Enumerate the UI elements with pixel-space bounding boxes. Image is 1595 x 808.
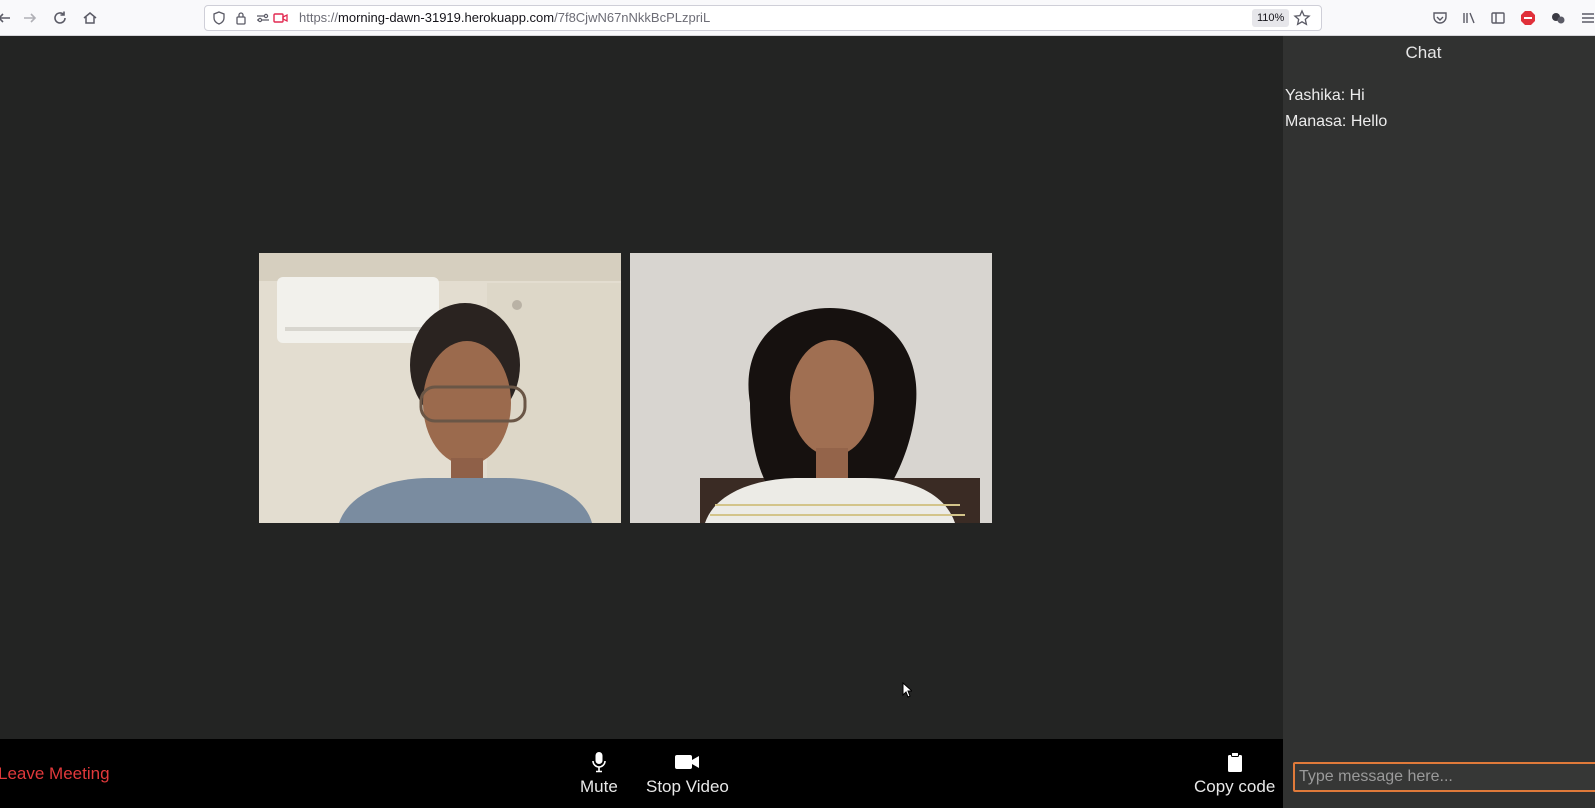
home-icon[interactable] <box>78 6 102 30</box>
lock-icon[interactable] <box>233 10 249 26</box>
chat-title: Chat <box>1405 43 1442 62</box>
address-bar[interactable]: https://morning-dawn-31919.herokuapp.com… <box>204 5 1322 31</box>
adblock-icon[interactable] <box>1518 8 1538 28</box>
clipboard-icon <box>1227 752 1242 772</box>
webcam-feed-2 <box>630 253 992 523</box>
meeting-controls-bar: Leave Meeting Mute Stop Video Copy code <box>0 739 1283 808</box>
reload-icon[interactable] <box>48 6 72 30</box>
shield-icon[interactable] <box>211 10 227 26</box>
copy-code-label: Copy code <box>1194 777 1276 796</box>
chat-panel: Chat Yashika: Hi Manasa: Hello <box>1283 36 1595 808</box>
video-stage <box>0 36 1283 739</box>
browser-toolbar: https://morning-dawn-31919.herokuapp.com… <box>0 0 1595 36</box>
bookmark-star-icon[interactable] <box>1293 9 1311 27</box>
back-arrow-icon[interactable] <box>0 6 16 30</box>
mute-button[interactable]: Mute <box>580 751 618 797</box>
url-text: https://morning-dawn-31919.herokuapp.com… <box>299 10 710 25</box>
stop-video-button[interactable]: Stop Video <box>646 751 729 797</box>
leave-meeting-button[interactable]: Leave Meeting <box>0 764 110 784</box>
stop-video-label: Stop Video <box>646 777 729 796</box>
mouse-cursor-icon <box>902 682 912 698</box>
chat-message-input[interactable] <box>1293 762 1595 792</box>
library-icon[interactable] <box>1459 8 1479 28</box>
video-participant-2 <box>630 253 992 523</box>
sidebar-icon[interactable] <box>1488 8 1508 28</box>
forward-arrow-icon[interactable] <box>18 6 42 30</box>
url-host: morning-dawn-31919.herokuapp.com <box>338 10 555 25</box>
extensions-icon[interactable] <box>1548 8 1568 28</box>
microphone-icon <box>592 752 606 773</box>
permissions-icon[interactable] <box>255 10 271 26</box>
video-participant-1 <box>259 253 621 523</box>
pocket-icon[interactable] <box>1430 8 1450 28</box>
zoom-level-badge[interactable]: 110% <box>1252 9 1290 27</box>
webcam-feed-1 <box>259 253 621 523</box>
camera-sharing-icon[interactable] <box>273 10 289 26</box>
mute-label: Mute <box>580 777 618 796</box>
video-camera-icon <box>675 755 700 769</box>
chat-message-list: Yashika: Hi Manasa: Hello <box>1285 83 1585 135</box>
url-scheme: https:// <box>299 10 339 25</box>
chat-message: Manasa: Hello <box>1285 113 1388 130</box>
menu-icon[interactable] <box>1578 8 1595 28</box>
chat-message: Yashika: Hi <box>1285 87 1365 104</box>
copy-code-button[interactable]: Copy code <box>1194 751 1275 797</box>
url-path: /7f8CjwN67nNkkBcPLzpriL <box>554 10 711 25</box>
